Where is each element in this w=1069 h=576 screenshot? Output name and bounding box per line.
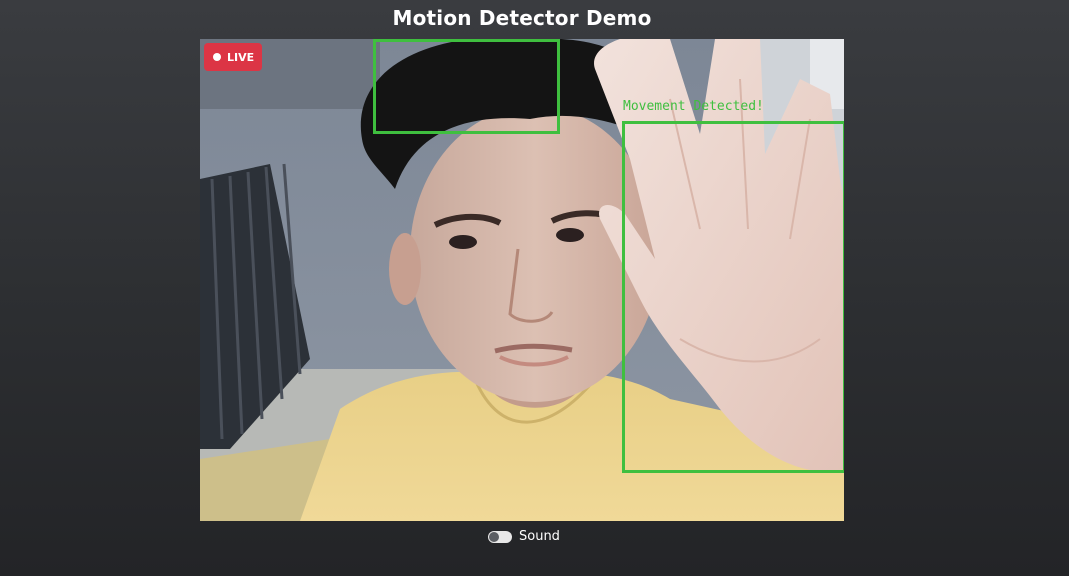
page-title: Motion Detector Demo [392, 6, 652, 30]
detection-box-hand [622, 121, 844, 473]
live-badge-label: LIVE [227, 50, 255, 64]
detection-label: Movement Detected! [623, 99, 764, 114]
detection-box-head [373, 39, 560, 134]
toggle-knob [489, 531, 499, 542]
sound-label: Sound [519, 529, 560, 544]
webcam-feed: LIVE Movement Detected! [200, 39, 844, 521]
sound-toggle[interactable]: Sound [488, 529, 560, 544]
toggle-switch-icon[interactable] [488, 530, 512, 543]
record-dot-icon [213, 53, 221, 61]
live-badge: LIVE [204, 43, 263, 71]
